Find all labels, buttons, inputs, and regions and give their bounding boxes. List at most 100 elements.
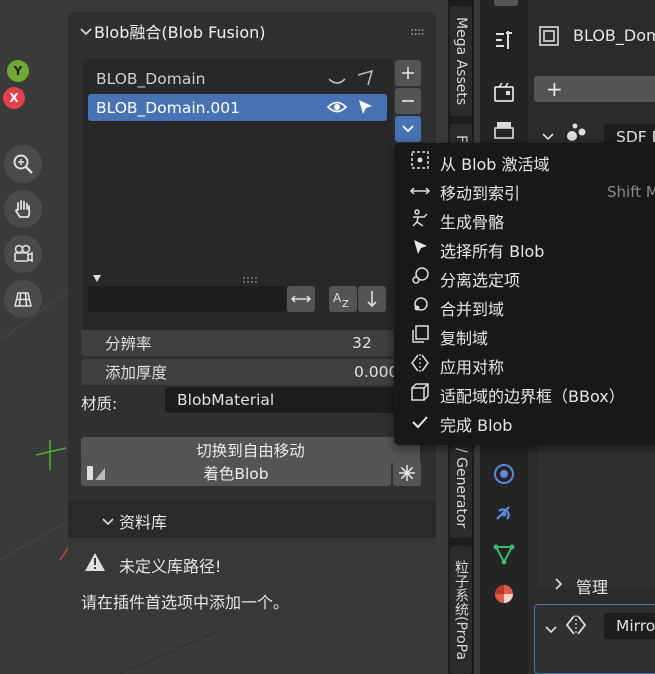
resolution-field[interactable]: 分辨率 32 [81,330,401,356]
tab-generator[interactable]: / Generator [450,438,472,538]
menu-item-finish-blob[interactable]: 完成 Blob [394,409,655,438]
arrows-horizontal-icon [404,182,436,202]
menu-item-label: 适配域的边界框（BBox） [440,386,625,406]
warning-icon [84,552,106,576]
material-label: 材质: [81,395,118,413]
tab-particle-system[interactable]: 粒子系统(ProPa [450,546,472,674]
menu-item-duplicate-domain[interactable]: 复制域 [394,322,655,351]
gizmo-x-axis[interactable]: X [3,87,25,109]
menu-item-shortcut: Shift M [607,182,655,201]
manage-label[interactable]: 管理 [576,574,608,598]
tab-mega-assets[interactable]: Mega Assets [450,6,472,116]
list-item-name: BLOB_Domain.001 [96,98,240,117]
thickness-field[interactable]: 添加厚度 0.000 [81,359,401,385]
svg-text:Z: Z [342,299,349,308]
menu-item-fit-bbox[interactable]: 适配域的边界框（BBox） [394,380,655,409]
data-vertex-icon[interactable] [492,542,516,570]
material-sphere-icon[interactable] [492,582,516,610]
list-item-selected[interactable]: BLOB_Domain.001 [88,94,387,121]
menu-item-label: 合并到域 [440,299,505,319]
menu-item-select-all-blobs[interactable]: 选择所有 Blob [394,235,655,264]
zoom-icon[interactable] [4,145,42,183]
menu-item-move-to-index[interactable]: 移动到索引 Shift M [394,177,655,206]
specials-menu-button[interactable] [395,116,421,142]
chevron-down-icon [102,512,119,531]
gizmo-y-axis[interactable]: Y [7,60,29,82]
resolution-label: 分辨率 [105,335,152,353]
mirror-name-field[interactable]: Mirro [604,613,655,639]
menu-item-label: 移动到索引 [440,183,521,203]
bbox-icon [404,382,436,407]
library-header[interactable]: 资料库 [102,509,167,533]
separate-icon [404,266,436,291]
symmetry-icon [404,353,436,378]
cursor-icon [404,238,436,261]
menu-item-separate-selected[interactable]: 分离选定项 [394,264,655,293]
drag-handle-icon[interactable] [410,22,424,35]
chevron-down-icon[interactable] [545,620,557,639]
square-dot-icon [404,150,436,175]
duplicate-icon [404,324,436,349]
thickness-label: 添加厚度 [105,364,168,382]
object-data-icon [538,25,560,51]
add-domain-button[interactable] [395,60,421,86]
list-item[interactable]: BLOB_Domain [88,65,387,92]
invert-filter-icon[interactable] [287,286,315,312]
chevron-down-icon [80,22,94,41]
chevron-right-icon[interactable] [554,575,564,594]
menu-item-activate-domain[interactable]: 从 Blob 激活域 [394,148,655,177]
menu-item-label: 选择所有 Blob [440,241,545,261]
mirror-icon [564,613,588,641]
menu-item-label: 完成 Blob [440,415,513,435]
menu-item-label: 复制域 [440,328,489,348]
specials-dropdown-menu: 从 Blob 激活域 移动到索引 Shift M 生成骨骼 选择所有 Blob … [394,143,655,445]
library-title: 资料库 [119,513,168,532]
object-name[interactable]: BLOB_Dom [573,26,655,45]
shading-icon [85,464,107,486]
check-icon [404,414,436,434]
list-item-name: BLOB_Domain [96,69,206,88]
menu-item-label: 应用对称 [440,357,505,377]
select-disabled-icon[interactable] [356,69,374,91]
menu-item-label: 生成骨骼 [440,212,505,232]
cursor-icon[interactable] [356,98,374,120]
armature-icon [404,208,436,233]
add-modifier-label: + [546,77,563,101]
blob-fusion-panel: Blob融合(Blob Fusion) BLOB_Domain BLOB_Dom… [68,12,436,624]
hint-text: 请在插件首选项中添加一个。 [81,593,290,612]
add-modifier-button[interactable]: + [534,76,655,102]
remove-domain-button[interactable] [395,88,421,114]
menu-item-apply-symmetry[interactable]: 应用对称 [394,351,655,380]
panel-header[interactable]: Blob融合(Blob Fusion) [80,19,266,43]
freeze-icon[interactable] [393,460,421,486]
shade-blob-label: 着色Blob [203,465,269,483]
constraint-icon[interactable] [492,502,516,530]
domain-list[interactable]: BLOB_Domain BLOB_Domain.001 A Z [82,59,393,331]
menu-item-merge-to-domain[interactable]: 合并到域 [394,293,655,322]
ortho-grid-icon[interactable] [4,280,42,318]
filter-toggle-icon[interactable] [92,268,102,287]
camera-view-icon[interactable] [4,235,42,273]
svg-text:A: A [333,291,342,305]
panel-title: Blob融合(Blob Fusion) [94,23,266,42]
menu-item-label: 分离选定项 [440,270,521,290]
sort-alpha-icon[interactable]: AZ [329,286,357,312]
menu-item-generate-bones[interactable]: 生成骨骼 [394,206,655,235]
filter-input[interactable] [88,286,286,312]
eye-hidden-icon[interactable] [326,71,348,91]
warning-text: 未定义库路径! [119,557,222,576]
menu-item-label: 从 Blob 激活域 [440,154,550,174]
render-icon[interactable] [492,80,516,108]
tool-wrench-icon[interactable] [492,28,516,56]
thickness-value: 0.000 [354,363,399,381]
tool-tab-icon[interactable] [494,0,518,6]
physics-icon[interactable] [492,462,516,490]
material-field[interactable]: BlobMaterial [165,387,405,413]
output-icon[interactable] [492,120,516,144]
resolution-value: 32 [352,334,372,352]
shade-blob-button[interactable]: 着色Blob [81,460,391,486]
hand-pan-icon[interactable] [4,190,42,228]
merge-icon [404,295,436,320]
sort-reverse-icon[interactable] [358,286,386,312]
eye-icon[interactable] [326,99,348,119]
